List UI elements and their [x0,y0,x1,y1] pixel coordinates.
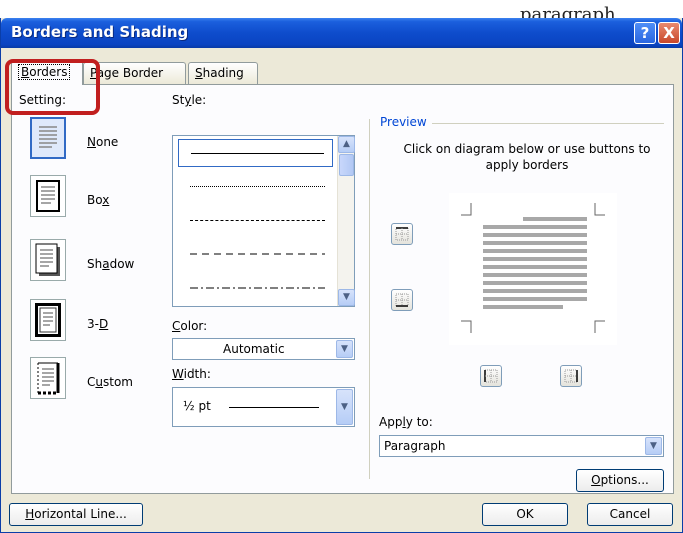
borders-tab-panel: Setting: None Box Shadow 3-D Custom Styl… [11,84,674,494]
scroll-down-icon[interactable]: ▼ [338,289,355,306]
style-option-dotted[interactable] [178,172,333,200]
width-sample-line [229,407,319,408]
dialog-title: Borders and Shading [11,23,189,41]
horizontal-line-button[interactable]: Horizontal Line... [9,503,143,526]
apply-to-value: Paragraph [384,439,446,453]
setting-none-label[interactable]: None [87,135,118,149]
style-option-small-dash[interactable] [178,206,333,234]
style-option-dash[interactable] [178,240,333,268]
setting-none-icon[interactable] [30,117,66,159]
right-border-button[interactable] [560,365,582,387]
title-bar: Borders and Shading ? X [1,18,682,48]
setting-shadow-icon[interactable] [30,239,66,281]
apply-to-dropdown[interactable]: Paragraph ▼ [379,435,664,457]
setting-custom-icon[interactable] [30,357,66,399]
setting-box-label[interactable]: Box [87,193,109,207]
chevron-down-icon[interactable]: ▼ [336,340,353,358]
style-listbox[interactable]: ▲ ▼ [172,135,355,307]
width-label: Width: [172,367,211,381]
preview-rule [432,123,664,124]
preview-instruction: Click on diagram below or use buttons to… [403,142,651,172]
ok-button[interactable]: OK [482,503,568,526]
top-border-icon [395,227,409,241]
options-button[interactable]: Options... [576,469,664,492]
document-background-text: paragraph [520,4,616,20]
color-value: Automatic [223,342,285,356]
preview-legend: Preview [378,115,429,129]
style-option-dash-dot[interactable] [178,274,333,302]
style-scrollbar[interactable]: ▲ ▼ [337,136,355,306]
width-dropdown[interactable]: ½ pt ▼ [172,387,355,427]
top-border-button[interactable] [391,223,413,245]
setting-3d-icon[interactable] [30,299,66,341]
color-dropdown[interactable]: Automatic ▼ [172,338,355,360]
bottom-border-button[interactable] [391,289,413,311]
apply-to-label: Apply to: [379,415,433,429]
width-value: ½ pt [183,399,211,413]
bottom-border-icon [395,293,409,307]
style-label: Style: [172,93,207,107]
left-border-button[interactable] [480,365,502,387]
chevron-down-icon[interactable]: ▼ [645,437,662,455]
setting-custom-label[interactable]: Custom [87,375,133,389]
cancel-button[interactable]: Cancel [587,503,673,526]
chevron-down-icon[interactable]: ▼ [336,389,353,425]
preview-diagram[interactable] [449,193,617,345]
style-option-solid[interactable] [178,139,333,167]
scroll-thumb[interactable] [339,154,354,176]
setting-3d-label[interactable]: 3-D [87,317,108,331]
left-border-icon [484,369,498,383]
borders-and-shading-dialog: Borders and Shading ? X Borders Page Bor… [0,18,683,533]
right-border-icon [564,369,578,383]
help-button[interactable]: ? [634,22,656,44]
setting-shadow-label[interactable]: Shadow [87,257,134,271]
borders-tab-highlight [5,59,100,115]
scroll-up-icon[interactable]: ▲ [338,136,355,153]
setting-box-icon[interactable] [30,175,66,217]
close-button[interactable]: X [658,22,680,44]
color-label: Color: [172,319,208,333]
tab-shading[interactable]: Shading [188,62,258,84]
